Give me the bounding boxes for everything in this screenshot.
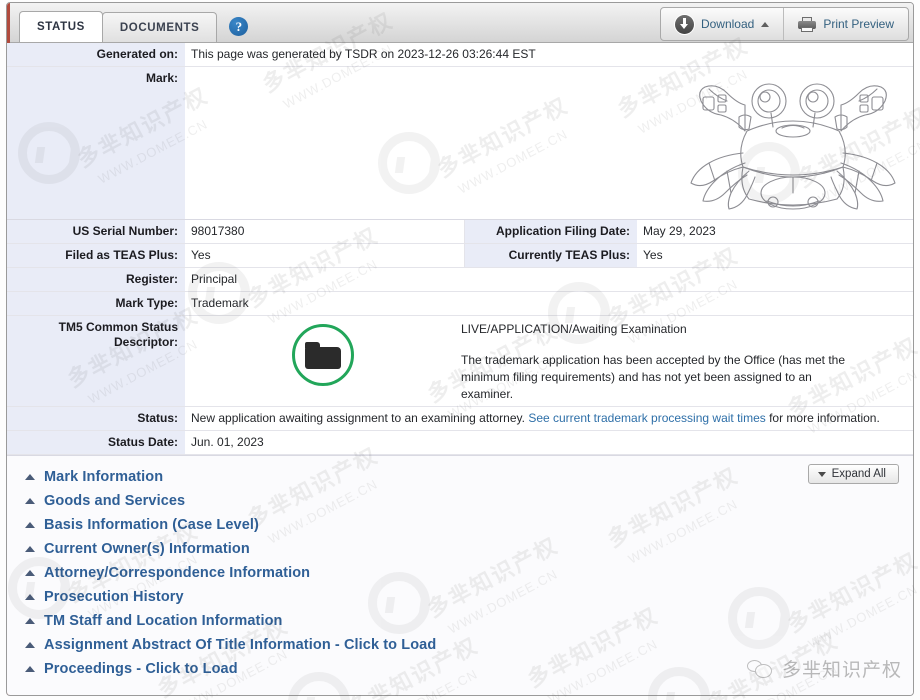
- us-serial-number-value: 98017380: [185, 220, 465, 243]
- us-serial-number-label: US Serial Number:: [7, 220, 185, 243]
- section-header[interactable]: Attorney/Correspondence Information: [7, 561, 913, 585]
- register-label: Register:: [7, 268, 185, 291]
- row-teas-plus: Filed as TEAS Plus: Yes Currently TEAS P…: [7, 244, 913, 268]
- publisher-badge: 多芈知识产权: [746, 655, 902, 682]
- tm5-value-cell: LIVE/APPLICATION/Awaiting Examination Th…: [185, 316, 913, 406]
- row-tm5-common-status-descriptor: TM5 Common Status Descriptor: LIVE/APPLI…: [7, 316, 913, 407]
- section-header[interactable]: Current Owner(s) Information: [7, 537, 913, 561]
- application-filing-date-value: May 29, 2023: [637, 220, 913, 243]
- case-data-table: Generated on: This page was generated by…: [7, 43, 913, 455]
- tm5-label-line2: Descriptor:: [113, 335, 178, 349]
- tm5-status-line: LIVE/APPLICATION/Awaiting Examination: [461, 322, 687, 336]
- section-header-label: Goods and Services: [44, 493, 186, 509]
- page-frame: STATUS DOCUMENTS ? Download Print Previe…: [6, 2, 914, 696]
- expand-all-label: Expand All: [831, 468, 886, 480]
- section-header[interactable]: Goods and Services: [7, 489, 913, 513]
- caret-up-icon: [25, 546, 35, 552]
- section-header-label: TM Staff and Location Information: [44, 613, 283, 629]
- folder-glyph: [305, 341, 341, 369]
- status-text-before: New application awaiting assignment to a…: [191, 411, 529, 425]
- row-mark-image: Mark:: [7, 67, 913, 220]
- mark-image-cell: [185, 67, 913, 219]
- tm5-label: TM5 Common Status Descriptor:: [7, 316, 185, 406]
- section-header-label: Mark Information: [44, 469, 164, 485]
- section-header[interactable]: Mark Information: [7, 465, 913, 489]
- help-icon[interactable]: ?: [229, 17, 249, 36]
- download-button[interactable]: Download: [661, 8, 783, 40]
- caret-up-icon: [25, 594, 35, 600]
- filed-as-teas-plus-value: Yes: [185, 244, 465, 267]
- register-value: Principal: [185, 268, 913, 291]
- row-status: Status: New application awaiting assignm…: [7, 407, 913, 431]
- caret-up-icon: [25, 474, 35, 480]
- section-header-label: Basis Information (Case Level): [44, 517, 259, 533]
- download-label: Download: [700, 17, 755, 31]
- print-preview-label: Print Preview: [823, 17, 894, 31]
- generated-on-value: This page was generated by TSDR on 2023-…: [185, 43, 913, 66]
- section-header-label: Attorney/Correspondence Information: [44, 565, 311, 581]
- expand-all-button[interactable]: Expand All: [807, 464, 899, 484]
- trademark-wait-times-link[interactable]: See current trademark processing wait ti…: [528, 411, 765, 425]
- caret-up-icon: [761, 21, 770, 27]
- tm5-text-block: LIVE/APPLICATION/Awaiting Examination Th…: [461, 316, 913, 406]
- tm5-label-line1: TM5 Common Status: [58, 320, 178, 334]
- section-list: Mark Information Goods and Services Basis …: [7, 465, 913, 681]
- generated-on-label: Generated on:: [7, 43, 185, 66]
- section-header-label: Assignment Abstract Of Title Information…: [44, 637, 437, 653]
- section-header-label: Prosecution History: [44, 589, 184, 605]
- green-circle-folder-icon: [292, 324, 354, 386]
- caret-up-icon: [25, 642, 35, 648]
- caret-up-icon: [25, 618, 35, 624]
- row-status-date: Status Date: Jun. 01, 2023: [7, 431, 913, 455]
- tab-bar: STATUS DOCUMENTS ? Download Print Previe…: [7, 3, 913, 43]
- caret-up-icon: [25, 498, 35, 504]
- tab-status[interactable]: STATUS: [19, 11, 103, 42]
- status-date-label: Status Date:: [7, 431, 185, 454]
- wechat-bubble-icon: [746, 658, 773, 679]
- application-filing-date-label: Application Filing Date:: [465, 220, 637, 243]
- filed-as-teas-plus-label: Filed as TEAS Plus:: [7, 244, 185, 267]
- caret-up-icon: [25, 570, 35, 576]
- tab-status-label: STATUS: [37, 21, 85, 33]
- section-header[interactable]: TM Staff and Location Information: [7, 609, 913, 633]
- mark-type-value: Trademark: [185, 292, 913, 315]
- crab-line-drawing-icon: [690, 83, 896, 210]
- tab-documents[interactable]: DOCUMENTS: [101, 12, 218, 42]
- tm5-description: The trademark application has been accep…: [461, 353, 845, 401]
- caret-up-icon: [25, 522, 35, 528]
- mark-type-label: Mark Type:: [7, 292, 185, 315]
- status-value: New application awaiting assignment to a…: [185, 407, 913, 430]
- status-text-after: for more information.: [765, 411, 880, 425]
- row-register: Register: Principal: [7, 268, 913, 292]
- row-mark-type: Mark Type: Trademark: [7, 292, 913, 316]
- row-serial-and-filing-date: US Serial Number: 98017380 Application F…: [7, 220, 913, 244]
- caret-up-icon: [25, 666, 35, 672]
- currently-teas-plus-label: Currently TEAS Plus:: [465, 244, 637, 267]
- publisher-badge-label: 多芈知识产权: [781, 659, 902, 681]
- status-date-value: Jun. 01, 2023: [185, 431, 913, 454]
- status-label: Status:: [7, 407, 185, 430]
- print-preview-button[interactable]: Print Preview: [783, 8, 908, 40]
- caret-down-icon: [817, 471, 826, 477]
- tsdr-status-page: 多芈知识产权WWW.DOMEE.CN多芈知识产权WWW.DOMEE.CN多芈知识…: [0, 0, 920, 700]
- section-header-label: Proceedings - Click to Load: [44, 661, 238, 677]
- currently-teas-plus-value: Yes: [637, 244, 913, 267]
- mark-label: Mark:: [7, 67, 185, 219]
- section-header[interactable]: Prosecution History: [7, 585, 913, 609]
- section-header[interactable]: Assignment Abstract Of Title Information…: [7, 633, 913, 657]
- tm5-icon-cell: [185, 316, 461, 406]
- download-circle-icon: [674, 14, 694, 34]
- section-header-label: Current Owner(s) Information: [44, 541, 250, 557]
- row-generated-on: Generated on: This page was generated by…: [7, 43, 913, 67]
- tab-documents-label: DOCUMENTS: [119, 21, 200, 34]
- section-header[interactable]: Basis Information (Case Level): [7, 513, 913, 537]
- printer-icon: [798, 16, 817, 32]
- toolbar: Download Print Preview: [659, 7, 909, 41]
